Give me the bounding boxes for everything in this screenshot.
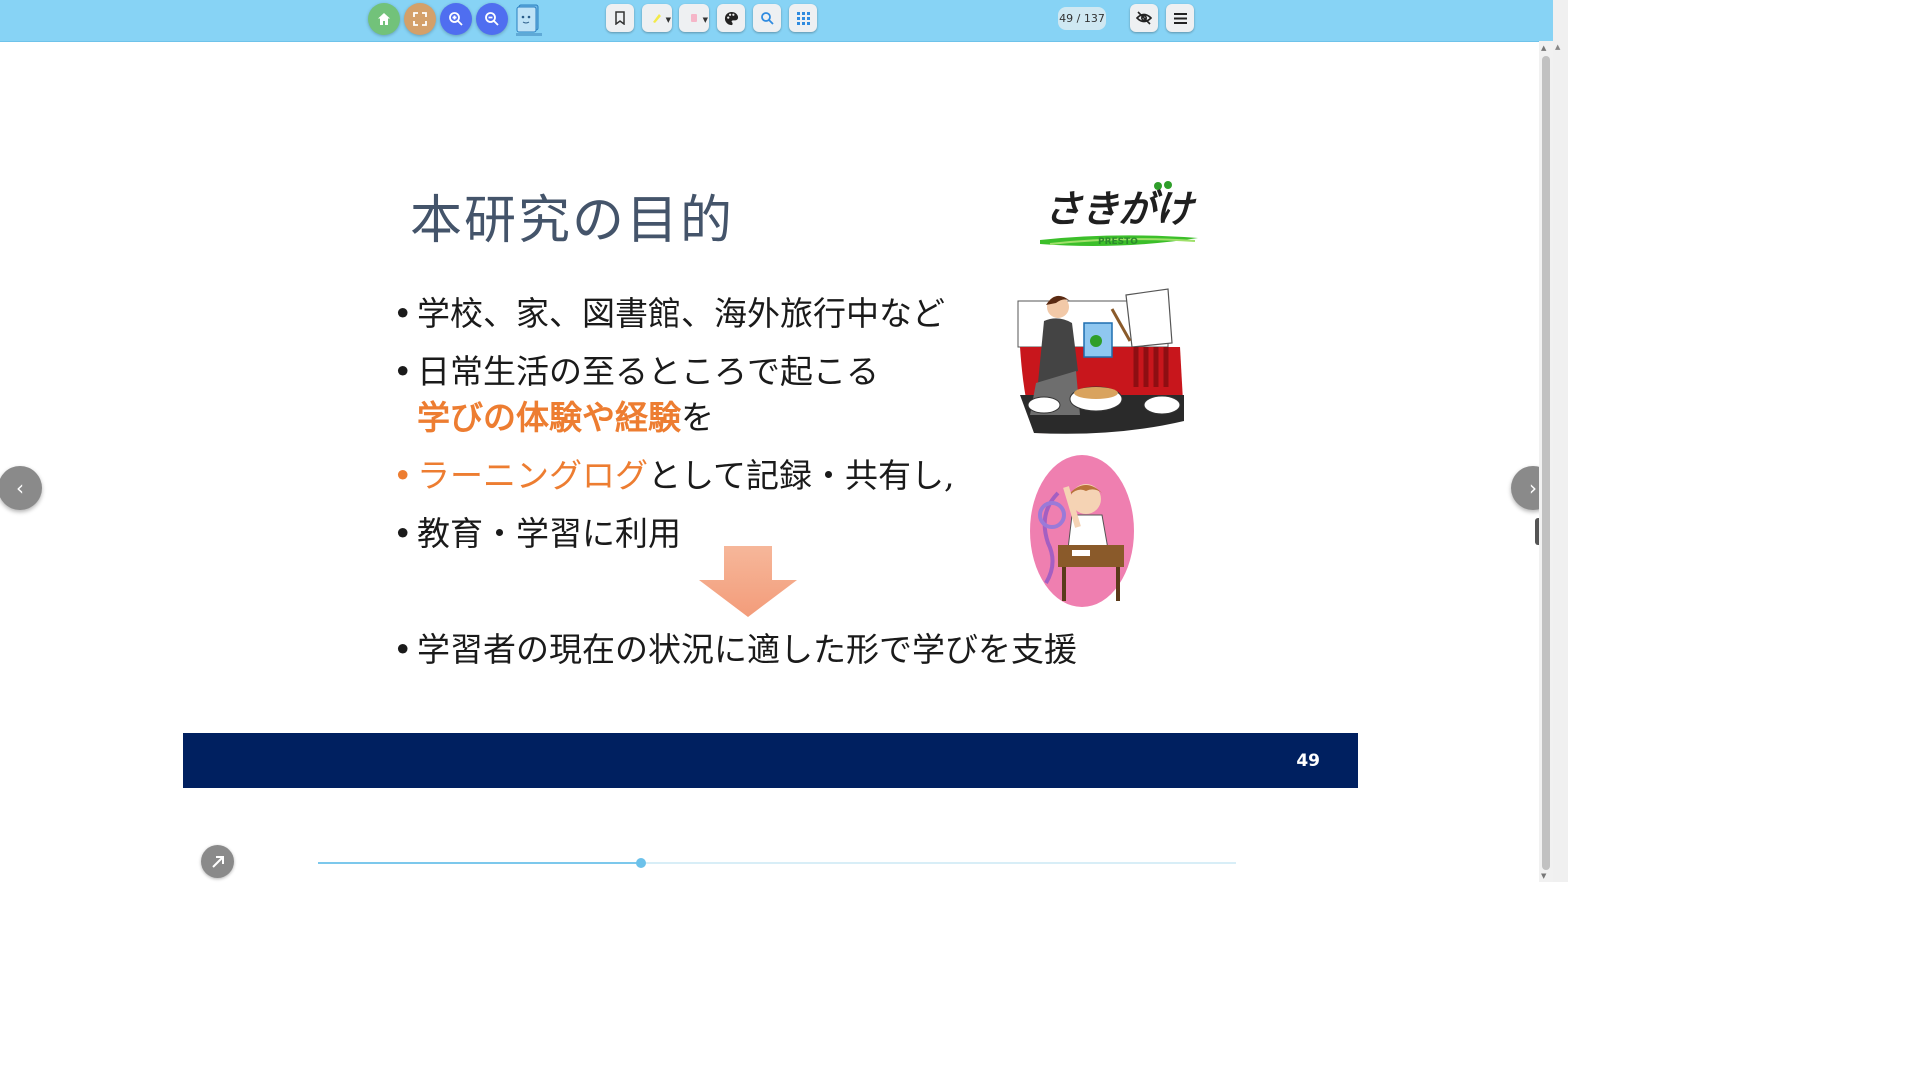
grid-icon	[796, 11, 810, 25]
scroll-up-arrow-icon[interactable]: ▲	[1555, 43, 1560, 51]
search-icon	[761, 12, 774, 25]
chevron-down-icon: ▼	[702, 16, 708, 24]
palette-button[interactable]	[717, 4, 745, 32]
slide-number: 49	[1296, 751, 1320, 771]
bookmark-button[interactable]	[606, 4, 634, 32]
bullet-text: 学習者の現在の状況に適した形で学びを支援	[417, 630, 1077, 669]
chevron-down-icon: ▼	[665, 16, 671, 24]
page-slider[interactable]	[318, 858, 1236, 868]
thumbnail-grid-button[interactable]	[789, 4, 817, 32]
bullet-item: • ラーニングログとして記録・共有し,	[393, 453, 955, 499]
chevron-left-icon: ‹	[16, 476, 24, 500]
eraser-icon	[691, 14, 697, 22]
highlighter-icon	[653, 14, 661, 23]
bullet-item: • 学校、家、図書館、海外旅行中など	[393, 291, 945, 337]
chevron-right-icon: ›	[1529, 476, 1537, 500]
arrow-up-right-icon	[211, 855, 224, 868]
vertical-scrollbar[interactable]: ▲ ▼	[1539, 41, 1553, 882]
hide-ui-button[interactable]	[1130, 4, 1158, 32]
fullscreen-button[interactable]	[404, 3, 436, 35]
highlight-text: ラーニングログ	[417, 456, 648, 495]
viewer-toolbar: ▼ ▼ 49 / 137	[0, 0, 1553, 42]
scroll-up-arrow-icon[interactable]: ▲	[1541, 44, 1546, 52]
bullet-item: • 学習者の現在の状況に適した形で学びを支援	[393, 627, 1077, 673]
eraser-dropdown[interactable]: ▼	[679, 4, 709, 32]
hamburger-menu-icon	[1173, 12, 1187, 24]
bullet-text: 学校、家、図書館、海外旅行中など	[417, 294, 945, 333]
scroll-down-arrow-icon[interactable]: ▼	[1541, 872, 1546, 880]
app-logo	[514, 3, 544, 37]
bookmark-icon	[615, 11, 625, 25]
eye-off-icon	[1136, 11, 1152, 25]
book-mascot-icon	[516, 4, 542, 36]
previous-page-button[interactable]: ‹	[0, 466, 42, 510]
home-icon	[378, 13, 390, 25]
logo-subtext: PRESTO	[1098, 237, 1138, 247]
logo-text: さきがけ	[1044, 187, 1193, 231]
down-arrow-icon	[699, 546, 797, 617]
zoom-out-button[interactable]	[476, 3, 508, 35]
page-slider-fill	[318, 862, 642, 864]
zoom-in-icon	[449, 12, 463, 26]
highlight-text: 学びの体験や経験	[417, 398, 681, 437]
palette-icon	[724, 11, 738, 25]
bullet-dot: •	[393, 352, 413, 391]
page-indicator[interactable]: 49 / 137	[1058, 7, 1106, 30]
fullscreen-icon	[413, 12, 427, 26]
page-slider-thumb[interactable]	[636, 858, 647, 868]
search-button[interactable]	[753, 4, 781, 32]
cooking-woman-clipart	[1017, 288, 1184, 434]
bullet-item: • 教育・学習に利用	[393, 511, 681, 557]
outer-scrollbar	[1553, 0, 1568, 882]
bullet-text: 日常生活の至るところで起こる	[417, 352, 879, 391]
zoom-out-icon	[485, 12, 499, 26]
share-button[interactable]	[201, 845, 234, 878]
bullet-text: として記録・共有し,	[648, 456, 955, 495]
bullet-continuation: 学びの体験や経験を	[417, 395, 714, 441]
bullet-text: 教育・学習に利用	[417, 514, 681, 553]
student-clipart	[1030, 455, 1134, 607]
slide-footer-bar: 49	[183, 733, 1358, 788]
bullet-dot: •	[393, 294, 413, 333]
home-button[interactable]	[368, 3, 400, 35]
bullet-dot: •	[393, 514, 413, 553]
highlighter-dropdown[interactable]: ▼	[642, 4, 672, 32]
bullet-item: • 日常生活の至るところで起こる	[393, 349, 879, 395]
bullet-dot: •	[393, 456, 413, 495]
menu-button[interactable]	[1166, 4, 1194, 32]
bullet-text: を	[681, 398, 714, 437]
slide-title: 本研究の目的	[410, 191, 735, 251]
scrollbar-thumb[interactable]	[1542, 56, 1550, 870]
presto-logo: さきがけ PRESTO	[1030, 174, 1202, 252]
zoom-in-button[interactable]	[440, 3, 472, 35]
bullet-dot: •	[393, 630, 413, 669]
